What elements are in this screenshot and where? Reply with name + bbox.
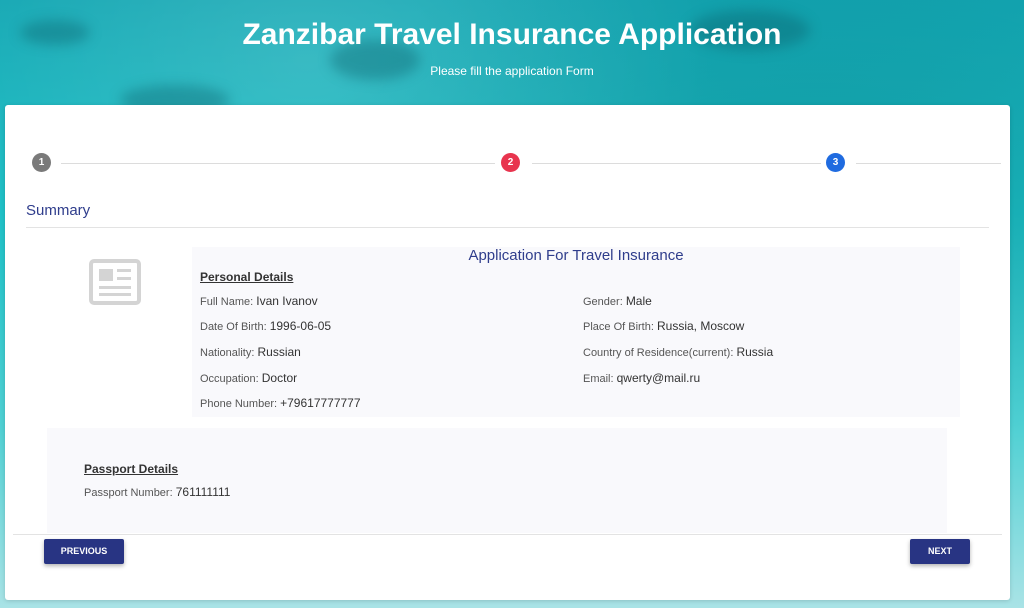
passport-details-panel — [47, 428, 947, 533]
next-button[interactable]: NEXT — [910, 539, 970, 564]
page-subtitle: Please fill the application Form — [430, 64, 594, 78]
page-header: Zanzibar Travel Insurance Application Pl… — [0, 0, 1024, 105]
nationality-value: Russian — [257, 345, 301, 359]
email-value: qwerty@mail.ru — [616, 371, 701, 385]
step-connector — [61, 163, 495, 164]
nationality-label: Nationality: — [200, 347, 255, 359]
step-connector — [532, 163, 821, 164]
passport-details-title: Passport Details — [84, 462, 179, 476]
dob-value: 1996-06-05 — [269, 319, 332, 333]
dob-label: Date Of Birth: — [200, 321, 267, 333]
gender-value: Male — [625, 294, 652, 308]
full-name-field: Full Name: Ivan Ivanov — [200, 294, 318, 308]
dob-field: Date Of Birth: 1996-06-05 — [200, 319, 331, 333]
divider — [13, 534, 1002, 535]
application-card: 1 2 3 Summary Application For Travel Ins… — [5, 105, 1010, 600]
step-3[interactable]: 3 — [826, 153, 845, 172]
step-connector — [856, 163, 1001, 164]
occupation-field: Occupation: Doctor — [200, 371, 297, 385]
gender-label: Gender: — [583, 296, 623, 308]
summary-heading: Summary — [26, 202, 91, 219]
pob-field: Place Of Birth: Russia, Moscow — [583, 319, 744, 333]
nationality-field: Nationality: Russian — [200, 345, 301, 359]
residence-label: Country of Residence(current): — [583, 347, 734, 359]
pob-value: Russia, Moscow — [656, 319, 745, 333]
application-title: Application For Travel Insurance — [468, 247, 684, 264]
email-field: Email: qwerty@mail.ru — [583, 371, 700, 385]
full-name-value: Ivan Ivanov — [256, 294, 318, 308]
passport-number-label: Passport Number: — [84, 487, 173, 499]
newspaper-icon — [89, 259, 141, 305]
previous-button[interactable]: PREVIOUS — [44, 539, 124, 564]
step-2[interactable]: 2 — [501, 153, 520, 172]
step-1[interactable]: 1 — [32, 153, 51, 172]
passport-number-value: 761111111 — [175, 485, 231, 499]
residence-value: Russia — [736, 345, 774, 359]
stepper: 1 2 3 — [5, 153, 1010, 175]
occupation-label: Occupation: — [200, 373, 259, 385]
gender-field: Gender: Male — [583, 294, 652, 308]
passport-number-field: Passport Number: 761111111 — [84, 485, 230, 499]
phone-label: Phone Number: — [200, 398, 278, 410]
residence-field: Country of Residence(current): Russia — [583, 345, 773, 359]
email-label: Email: — [583, 373, 614, 385]
pob-label: Place Of Birth: — [583, 321, 654, 333]
full-name-label: Full Name: — [200, 296, 254, 308]
personal-details-title: Personal Details — [200, 270, 294, 284]
phone-value: +79617777777 — [280, 396, 361, 410]
page-title: Zanzibar Travel Insurance Application — [242, 18, 782, 51]
phone-field: Phone Number: +79617777777 — [200, 396, 361, 410]
occupation-value: Doctor — [261, 371, 298, 385]
divider — [26, 227, 989, 228]
